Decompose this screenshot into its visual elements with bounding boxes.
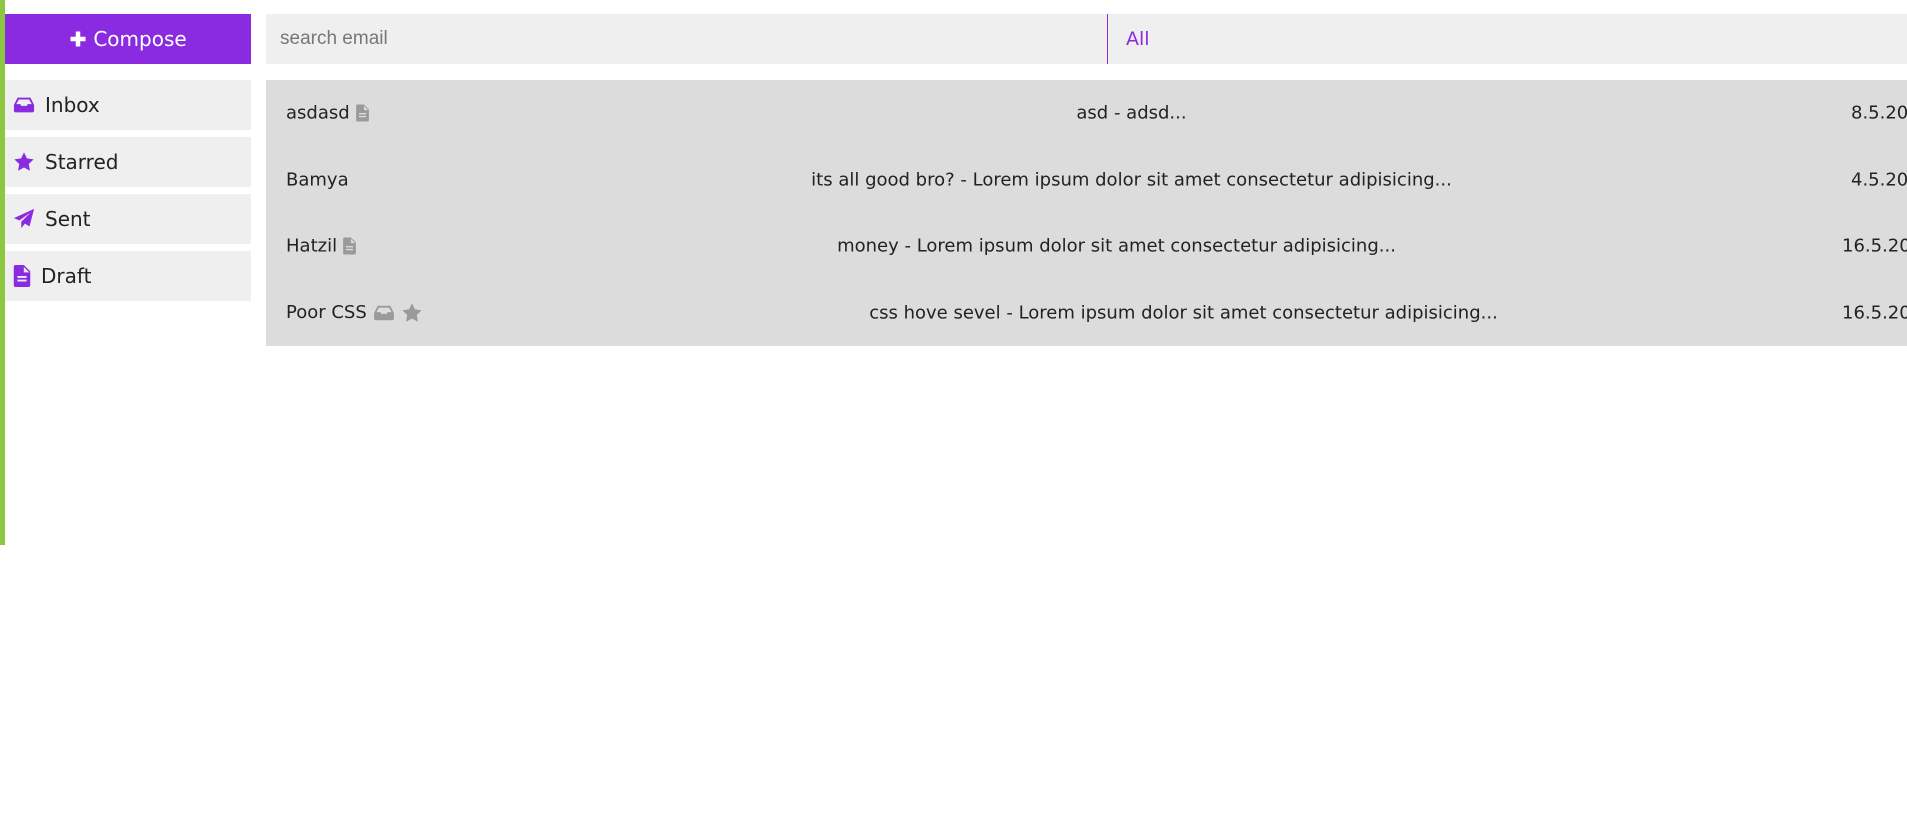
email-row[interactable]: Poor CSS css hove sevel - Lorem ipsum do… bbox=[266, 280, 1907, 347]
search-input[interactable] bbox=[266, 14, 1108, 64]
sidebar-item-label: Inbox bbox=[45, 93, 100, 117]
sidebar-item-label: Starred bbox=[45, 150, 119, 174]
sidebar-item-sent[interactable]: Sent bbox=[5, 194, 251, 244]
sidebar-item-label: Draft bbox=[41, 264, 92, 288]
sidebar-item-inbox[interactable]: Inbox bbox=[5, 80, 251, 130]
file-icon bbox=[13, 265, 31, 287]
compose-label: Compose bbox=[93, 27, 187, 51]
paper-plane-icon bbox=[13, 208, 35, 229]
filter-selected-value: All bbox=[1126, 28, 1150, 50]
email-date: 4.5.2023 bbox=[1851, 169, 1907, 191]
star-icon bbox=[14, 152, 34, 171]
email-date: 8.5.2023 bbox=[1851, 102, 1907, 124]
email-list: asdasd asd - adsd... 8.5.2023 Bamya its … bbox=[266, 80, 1907, 346]
email-date: 16.5.2023 bbox=[1842, 302, 1907, 324]
email-row[interactable]: asdasd asd - adsd... 8.5.2023 bbox=[266, 80, 1907, 147]
sidebar-item-label: Sent bbox=[45, 207, 91, 231]
sidebar-item-starred[interactable]: Starred bbox=[5, 137, 251, 187]
filter-select[interactable]: All bbox=[1108, 14, 1907, 64]
email-row[interactable]: Bamya its all good bro? - Lorem ipsum do… bbox=[266, 147, 1907, 214]
email-subject: css hove sevel - Lorem ipsum dolor sit a… bbox=[869, 302, 1498, 324]
email-subject: money - Lorem ipsum dolor sit amet conse… bbox=[837, 235, 1396, 257]
inbox-icon bbox=[13, 97, 35, 113]
sidebar: Compose Inbox Starred Sent Draft bbox=[5, 14, 251, 308]
search-bar: All bbox=[266, 14, 1907, 64]
sidebar-nav: Inbox Starred Sent Draft bbox=[5, 80, 251, 301]
sidebar-item-draft[interactable]: Draft bbox=[5, 251, 251, 301]
email-date: 16.5.2023 bbox=[1842, 235, 1907, 257]
email-subject: its all good bro? - Lorem ipsum dolor si… bbox=[811, 169, 1452, 191]
email-subject: asd - adsd... bbox=[1076, 102, 1187, 124]
email-row[interactable]: Hatzil money - Lorem ipsum dolor sit ame… bbox=[266, 213, 1907, 280]
plus-icon bbox=[70, 31, 86, 47]
compose-button[interactable]: Compose bbox=[5, 14, 251, 64]
